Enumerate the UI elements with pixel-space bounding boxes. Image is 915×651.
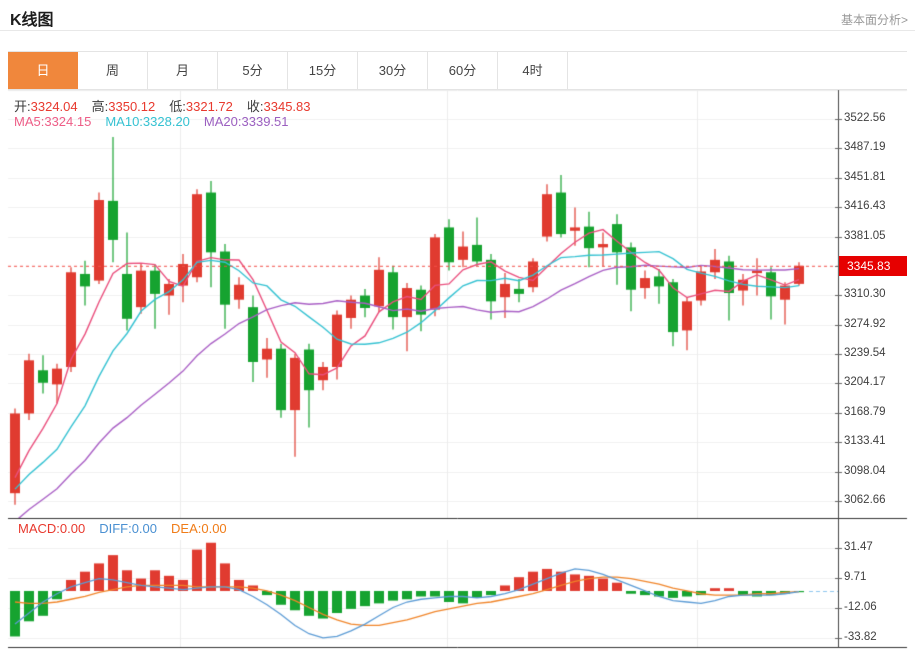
macd-axis-label: -33.82 [844,630,877,643]
tab-interval-0[interactable]: 日 [8,52,78,89]
tab-interval-1[interactable]: 周 [78,52,148,89]
readout-item: MA20:3339.51 [203,114,289,129]
price-axis-label: 3274.92 [844,317,886,330]
fundamental-analysis-link[interactable]: 基本面分析> [841,11,908,28]
price-axis-label: 3062.66 [844,493,886,506]
tab-interval-2[interactable]: 月 [148,52,218,89]
ohlc-readout: 开:3324.04 高:3350.12 低:3321.72 收:3345.83 [14,96,325,115]
macd-axis-label: 9.71 [844,570,867,583]
price-axis-label: 3133.41 [844,435,886,448]
last-price-badge: 3345.83 [839,255,907,276]
readout-item: 高:3350.12 [91,99,156,114]
price-axis-label: 3239.54 [844,347,886,360]
price-axis-label: 3310.30 [844,288,886,301]
readout-item: DEA:0.00 [171,521,227,536]
macd-axis-label: -12.06 [844,600,877,613]
price-axis-label: 3522.56 [844,112,886,124]
tab-interval-4[interactable]: 15分 [288,52,358,89]
readout-item: 低:3321.72 [169,99,233,114]
ma-readout: MA5:3324.15 MA10:3328.20 MA20:3339.51 [14,114,303,129]
macd-readout: MACD:0.00 DIFF:0.00 DEA:0.00 [18,521,241,536]
tab-interval-6[interactable]: 60分 [428,52,498,89]
price-axis-label: 3487.19 [844,141,886,154]
readout-item: MA5:3324.15 [14,114,92,129]
price-axis-label: 3098.04 [844,464,886,477]
tab-interval-3[interactable]: 5分 [218,52,288,89]
readout-item: MA10:3328.20 [105,114,190,129]
readout-item: 开:3324.04 [14,99,78,114]
interval-tab-strip: 日周月 5分 15分 30分 60分 4时 [8,51,907,90]
title-divider [0,30,915,31]
price-axis-label: 3204.17 [844,376,886,389]
price-axis-label: 3451.81 [844,170,886,183]
readout-item: DIFF:0.00 [99,521,158,536]
price-axis-label: 3381.05 [844,229,886,242]
price-axis-label: 3416.43 [844,200,886,213]
page-title: K线图 [10,12,54,29]
readout-item: MACD:0.00 [18,521,86,536]
price-axis-label: 3168.79 [844,405,886,418]
readout-item: 收:3345.83 [246,99,311,114]
macd-axis-label: 31.47 [844,540,873,553]
kline-page: K线图 基本面分析> 日周月 5分 15分 30分 60分 4时 开:3324.04 高:3… [0,0,915,651]
tab-interval-7[interactable]: 4时 [498,52,568,89]
tab-interval-5[interactable]: 30分 [358,52,428,89]
